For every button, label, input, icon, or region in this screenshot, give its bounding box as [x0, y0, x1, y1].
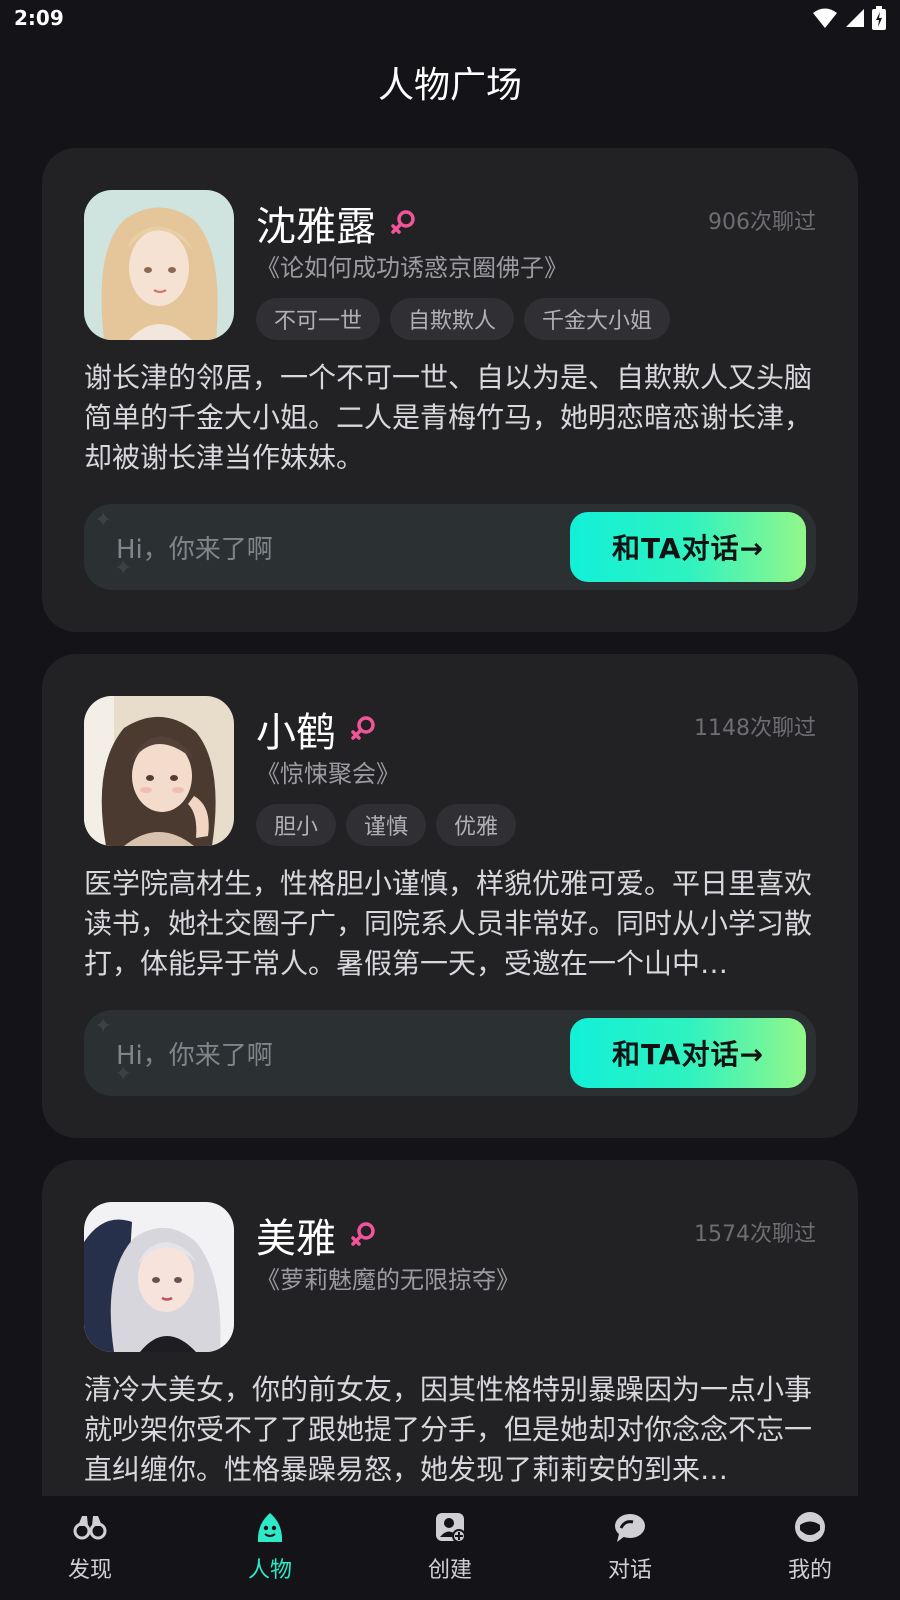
tag: 不可一世 — [256, 298, 381, 340]
character-description: 清冷大美女，你的前女友，因其性格特别暴躁因为一点小事就吵架你受不了了跟她提了分手… — [84, 1373, 813, 1486]
character-name: 美雅 — [256, 1216, 336, 1262]
wifi-icon — [813, 8, 837, 28]
status-time: 2:09 — [14, 6, 64, 30]
nav-label: 发现 — [67, 1558, 112, 1583]
create-person-icon — [436, 1513, 466, 1543]
chat-count: 906次聊过 — [708, 210, 816, 235]
nav-label: 我的 — [787, 1558, 832, 1583]
nav-item-chat[interactable]: 对话 — [570, 1510, 690, 1584]
sparkle-decoration-icon: ✦ — [94, 508, 113, 533]
profile-icon — [795, 1512, 825, 1542]
tag: 谨慎 — [346, 804, 427, 846]
nav-label: 对话 — [607, 1558, 652, 1583]
tag: 胆小 — [256, 804, 337, 846]
nav-item-profile[interactable]: 我的 — [750, 1510, 870, 1584]
name-row: 沈雅露 — [256, 194, 418, 252]
character-avatar[interactable] — [84, 1202, 234, 1352]
character-avatar[interactable] — [84, 190, 234, 340]
chat-with-ta-button[interactable]: 和TA对话→ — [570, 1018, 806, 1088]
character-description: 谢长津的邻居，一个不可一世、自以为是、自欺欺人又头脑简单的千金大小姐。二人是青梅… — [84, 361, 813, 474]
nav-label: 创建 — [427, 1558, 472, 1583]
character-name: 沈雅露 — [256, 204, 376, 250]
binoculars-icon — [73, 1516, 107, 1540]
status-bar: 2:09 — [0, 0, 900, 36]
bottom-nav: 发现 人物 创建 对话 我的 — [0, 1496, 900, 1600]
character-list[interactable]: 沈雅露 906次聊过 《论如何成功诱惑京圈佛子》 不可一世 自欺欺人 千金大小姐… — [42, 148, 858, 1582]
tag-list: 胆小 谨慎 优雅 — [256, 804, 517, 846]
nav-label: 人物 — [247, 1558, 292, 1583]
chat-count: 1148次聊过 — [694, 716, 816, 741]
page-title: 人物广场 — [377, 65, 522, 106]
female-gender-icon — [351, 1222, 375, 1246]
chat-bar[interactable]: ✦ ✦ Hi，你来了啊 和TA对话→ — [84, 1010, 816, 1096]
story-title: 《惊悚聚会》 — [256, 760, 400, 788]
chat-placeholder[interactable]: Hi，你来了啊 — [116, 1010, 273, 1096]
tag: 优雅 — [436, 804, 517, 846]
tag: 千金大小姐 — [524, 298, 671, 340]
nav-item-discover[interactable]: 发现 — [30, 1510, 150, 1584]
name-row: 小鹤 — [256, 700, 378, 758]
character-face-icon — [257, 1513, 283, 1542]
character-description: 医学院高材生，性格胆小谨慎，样貌优雅可爱。平日里喜欢读书，她社交圈子广，同院系人… — [84, 867, 813, 980]
nav-item-characters[interactable]: 人物 — [210, 1510, 330, 1584]
female-gender-icon — [351, 716, 375, 740]
chat-bar[interactable]: ✦ ✦ Hi，你来了啊 和TA对话→ — [84, 504, 816, 590]
tag: 自欺欺人 — [390, 298, 515, 340]
status-icons — [812, 6, 886, 30]
chat-count: 1574次聊过 — [694, 1222, 816, 1247]
character-card[interactable]: 沈雅露 906次聊过 《论如何成功诱惑京圈佛子》 不可一世 自欺欺人 千金大小姐… — [42, 148, 858, 632]
story-title: 《论如何成功诱惑京圈佛子》 — [256, 254, 568, 282]
sparkle-decoration-icon: ✦ — [94, 1014, 113, 1039]
character-card[interactable]: 小鹤 1148次聊过 《惊悚聚会》 胆小 谨慎 优雅 医学院高材生，性格胆小谨慎… — [42, 654, 858, 1138]
chat-bubble-icon — [615, 1514, 645, 1542]
battery-icon — [872, 6, 886, 30]
story-title: 《萝莉魅魔的无限掠夺》 — [256, 1266, 520, 1294]
name-row: 美雅 — [256, 1206, 378, 1264]
character-avatar[interactable] — [84, 696, 234, 846]
chat-with-ta-button[interactable]: 和TA对话→ — [570, 512, 806, 582]
signal-icon — [846, 9, 864, 27]
chat-placeholder[interactable]: Hi，你来了啊 — [116, 504, 273, 590]
character-name: 小鹤 — [256, 710, 336, 756]
tag-list: 不可一世 自欺欺人 千金大小姐 — [256, 298, 671, 340]
female-gender-icon — [391, 210, 415, 234]
nav-item-create[interactable]: 创建 — [390, 1510, 510, 1584]
